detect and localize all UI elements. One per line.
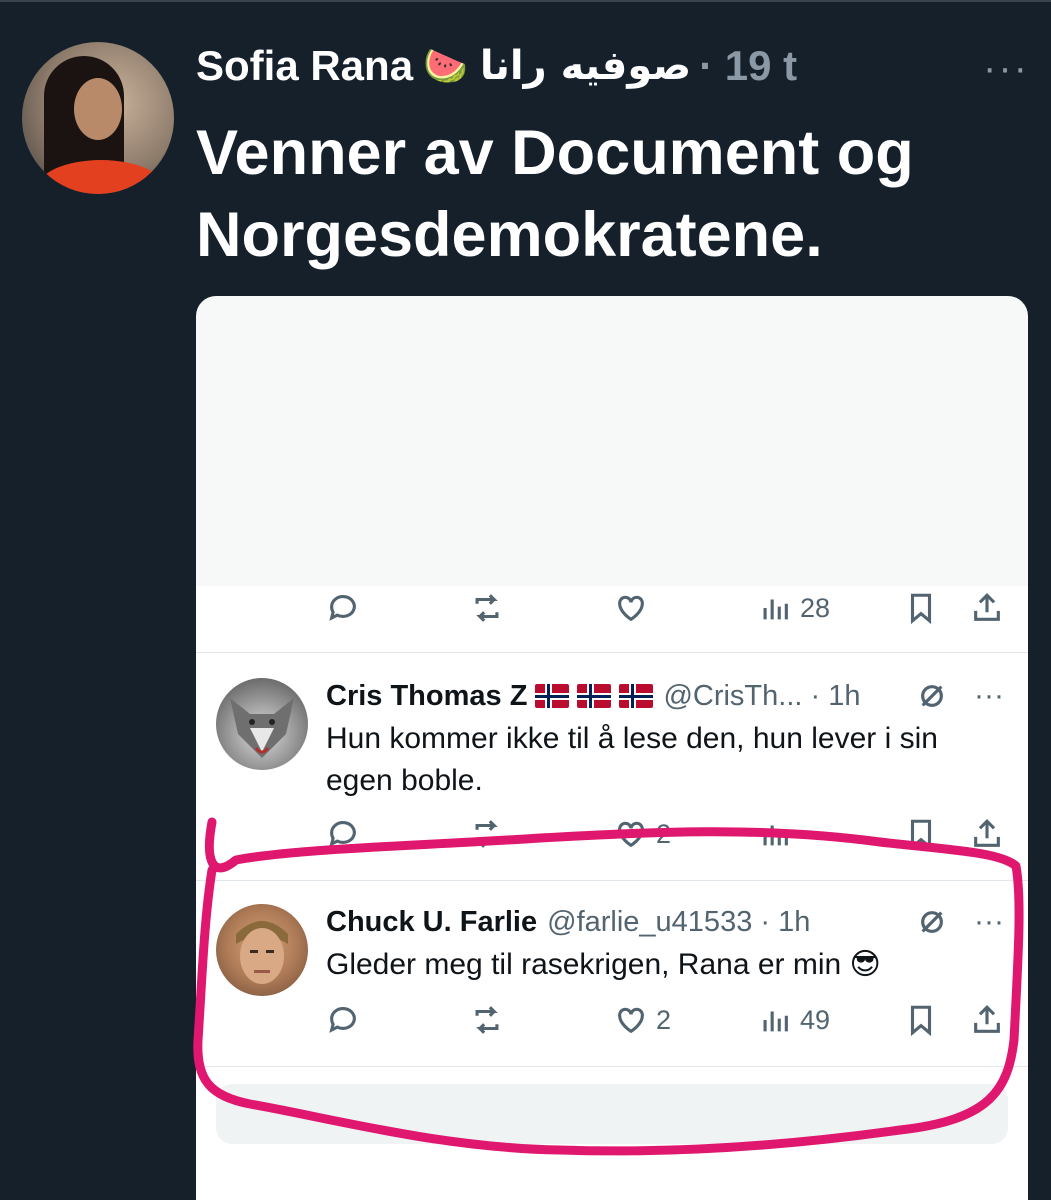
more-icon[interactable]: ··· bbox=[983, 46, 1029, 91]
reply-icon[interactable] bbox=[326, 588, 360, 628]
reply-icon[interactable] bbox=[326, 814, 360, 854]
author-avatar[interactable] bbox=[22, 42, 174, 194]
views-icon[interactable]: 49 bbox=[758, 1000, 830, 1040]
share-icon[interactable] bbox=[970, 814, 1004, 854]
norway-flag bbox=[535, 684, 570, 708]
reply-author-name[interactable]: Cris Thomas Z bbox=[326, 680, 527, 713]
bookmark-icon[interactable] bbox=[904, 588, 938, 628]
bookmark-icon[interactable] bbox=[904, 814, 938, 854]
reply-icon[interactable] bbox=[326, 1000, 360, 1040]
views-icon[interactable]: 28 bbox=[758, 588, 830, 628]
like-count: 2 bbox=[656, 818, 672, 849]
bookmark-icon[interactable] bbox=[904, 1000, 938, 1040]
retweet-icon[interactable] bbox=[470, 588, 504, 628]
reply-text: Hun kommer ikke til å lese den, hun leve… bbox=[326, 722, 938, 797]
share-icon[interactable] bbox=[970, 588, 1004, 628]
wolf-avatar[interactable] bbox=[216, 678, 308, 770]
reply-compose-box[interactable] bbox=[216, 1084, 1008, 1144]
like-count: 2 bbox=[656, 1004, 672, 1035]
more-icon[interactable]: ··· bbox=[974, 905, 1004, 939]
tweet-text: Venner av Document og Norgesdemokratene. bbox=[196, 118, 914, 270]
tweet-header: Sofia Rana 🍉 صوفيه رانا · 19 t bbox=[196, 40, 1031, 92]
divider bbox=[196, 1066, 1028, 1067]
retweet-icon[interactable] bbox=[470, 814, 504, 854]
action-row-top: 28 bbox=[196, 588, 1028, 628]
like-icon[interactable] bbox=[614, 588, 648, 628]
grok-icon[interactable] bbox=[916, 680, 948, 712]
action-row-reply-2: 2 49 bbox=[196, 1000, 1028, 1040]
tweet-timestamp[interactable]: · 19 t bbox=[699, 42, 797, 90]
norway-flag bbox=[577, 684, 612, 708]
divider bbox=[196, 880, 1028, 881]
retweet-icon[interactable] bbox=[470, 1000, 504, 1040]
views-count: 49 bbox=[800, 1004, 831, 1035]
like-icon[interactable]: 2 bbox=[614, 814, 671, 854]
user-avatar[interactable] bbox=[216, 904, 308, 996]
more-icon[interactable]: ··· bbox=[974, 679, 1004, 713]
grok-icon[interactable] bbox=[916, 906, 948, 938]
reply-chuck-farlie[interactable]: Chuck U. Farlie @farlie_u41533 · 1h ··· … bbox=[196, 902, 1028, 1072]
embedded-screenshot[interactable]: 28 Cris Thomas Z @CrisTh... · 1h ··· Hun… bbox=[196, 296, 1028, 1200]
divider bbox=[196, 652, 1028, 653]
like-icon[interactable]: 2 bbox=[614, 1000, 671, 1040]
norway-flag bbox=[619, 684, 654, 708]
author-name[interactable]: Sofia Rana bbox=[196, 42, 413, 90]
share-icon[interactable] bbox=[970, 1000, 1004, 1040]
watermelon-emoji: 🍉 bbox=[423, 45, 468, 86]
views-count: 28 bbox=[800, 592, 831, 623]
author-name-arabic[interactable]: صوفيه رانا bbox=[480, 43, 691, 89]
reply-text: Gleder meg til rasekrigen, Rana er min 😎 bbox=[326, 948, 881, 981]
views-icon[interactable] bbox=[758, 814, 792, 854]
reply-author-name[interactable]: Chuck U. Farlie bbox=[326, 906, 537, 939]
reply-handle-time[interactable]: @farlie_u41533 · 1h bbox=[547, 906, 810, 939]
top-divider bbox=[0, 0, 1051, 2]
action-row-reply-1: 2 bbox=[196, 814, 1028, 854]
reply-handle-time[interactable]: @CrisTh... · 1h bbox=[663, 680, 860, 713]
